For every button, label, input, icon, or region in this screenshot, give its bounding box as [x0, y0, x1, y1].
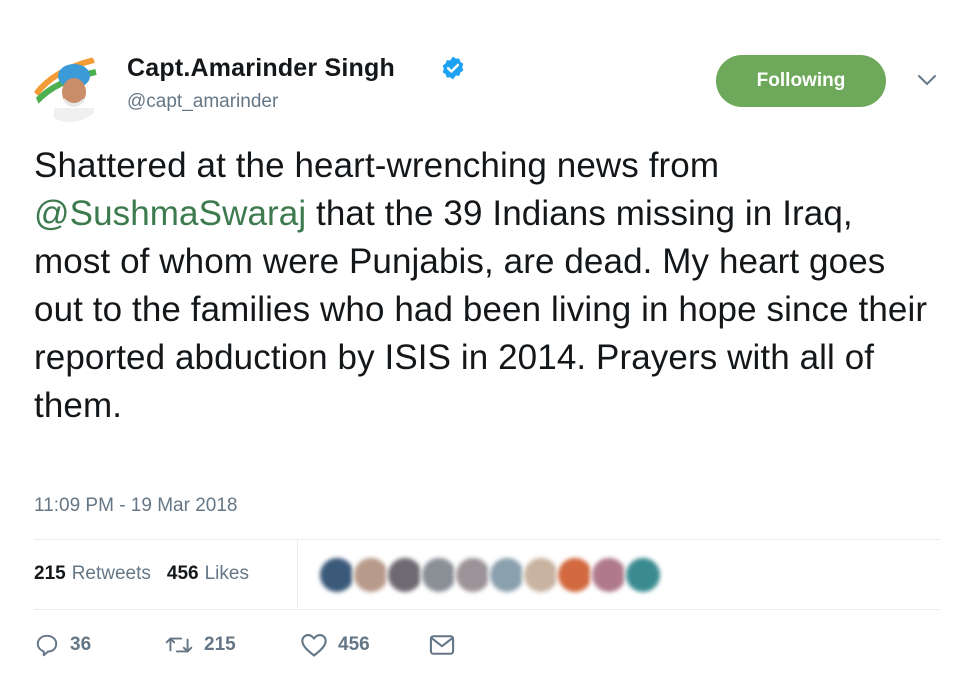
likes-label[interactable]: Likes: [205, 563, 249, 585]
like-button[interactable]: 456: [300, 632, 428, 658]
divider: [34, 609, 940, 610]
tweet-timestamp[interactable]: 11:09 PM - 19 Mar 2018: [34, 495, 237, 517]
mention-link[interactable]: @SushmaSwaraj: [34, 194, 306, 233]
engagement-stats: 215 Retweets 456 Likes: [34, 562, 249, 586]
tweet-text-before: Shattered at the heart-wrenching news fr…: [34, 146, 720, 185]
divider: [34, 539, 940, 540]
chevron-down-icon[interactable]: [915, 72, 939, 88]
tweet-actions: 36 215 456: [34, 628, 456, 662]
liker-avatar[interactable]: [454, 556, 492, 594]
liker-avatar[interactable]: [420, 556, 458, 594]
liker-avatar[interactable]: [352, 556, 390, 594]
liker-avatar[interactable]: [318, 556, 356, 594]
liker-avatar[interactable]: [590, 556, 628, 594]
retweet-button[interactable]: 215: [164, 632, 300, 658]
liker-avatar[interactable]: [522, 556, 560, 594]
retweets-label[interactable]: Retweets: [72, 563, 151, 585]
following-button[interactable]: Following: [716, 55, 886, 107]
tweet-text: Shattered at the heart-wrenching news fr…: [34, 142, 934, 430]
user-display-name[interactable]: Capt.Amarinder Singh: [127, 54, 395, 83]
reply-count: 36: [70, 634, 92, 655]
reply-button[interactable]: 36: [34, 632, 164, 658]
retweet-icon: [165, 637, 193, 653]
user-handle[interactable]: @capt_amarinder: [127, 91, 278, 113]
reply-icon: [36, 634, 58, 657]
profile-photo-icon: [34, 50, 106, 122]
avatar[interactable]: [34, 50, 106, 122]
verified-badge-icon: [442, 56, 464, 80]
direct-message-button[interactable]: [428, 632, 456, 658]
liker-avatar[interactable]: [556, 556, 594, 594]
retweet-count: 215: [204, 634, 236, 655]
heart-icon: [301, 634, 327, 657]
liker-avatar[interactable]: [624, 556, 662, 594]
liker-avatar[interactable]: [386, 556, 424, 594]
liker-avatars: [318, 556, 662, 594]
envelope-icon: [429, 635, 455, 655]
retweets-count[interactable]: 215: [34, 563, 66, 585]
like-count: 456: [338, 634, 370, 655]
liker-avatar[interactable]: [488, 556, 526, 594]
divider: [297, 540, 298, 608]
likes-count[interactable]: 456: [167, 563, 199, 585]
